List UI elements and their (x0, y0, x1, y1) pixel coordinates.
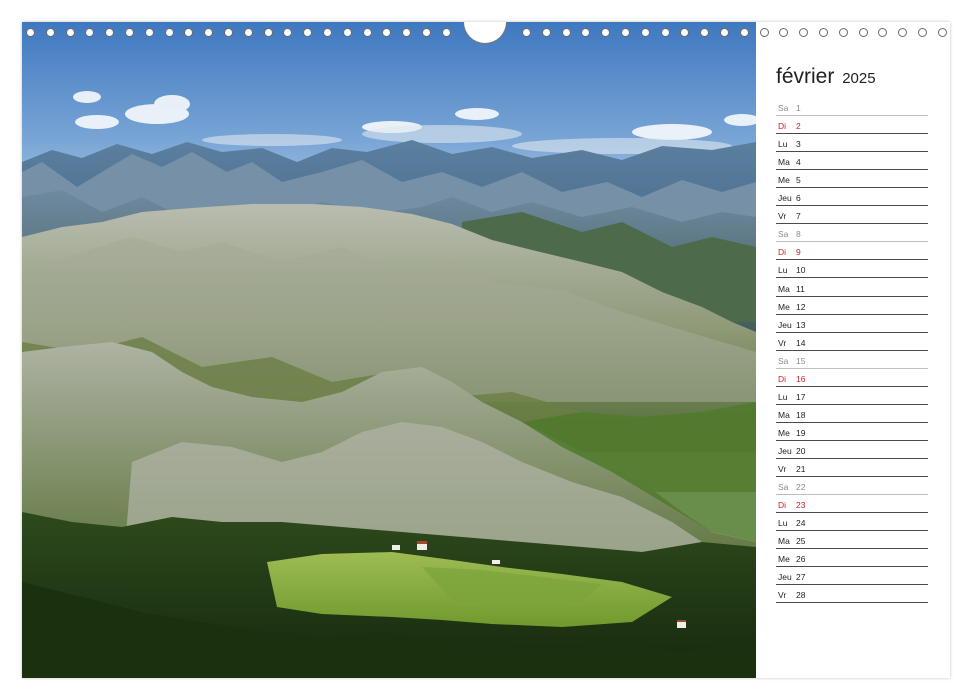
weekday-label: Vr (778, 337, 787, 348)
day-number: 7 (796, 211, 801, 222)
day-number: 23 (796, 500, 806, 511)
day-number: 11 (796, 283, 805, 294)
weekday-label: Sa (778, 103, 789, 114)
day-row: Jeu 13 (776, 315, 928, 333)
day-row: Ma 25 (776, 531, 928, 550)
day-row: Ma 11 (776, 278, 928, 297)
day-number: 18 (796, 409, 806, 420)
day-number: 4 (796, 157, 801, 168)
day-number: 9 (796, 247, 801, 258)
weekday-label: Vr (778, 590, 787, 601)
day-number: 17 (796, 391, 806, 402)
weekday-label: Sa (778, 482, 789, 493)
weekday-label: Jeu (778, 572, 792, 583)
day-number: 25 (796, 536, 806, 547)
day-number: 8 (796, 229, 801, 240)
weekday-label: Jeu (778, 193, 792, 204)
day-number: 3 (796, 139, 801, 150)
day-row: Lu 3 (776, 134, 928, 153)
day-number: 12 (796, 301, 806, 312)
month-name: février (776, 65, 835, 88)
weekday-label: Ma (778, 283, 790, 294)
day-number: 13 (796, 319, 806, 330)
weekday-label: Ma (778, 409, 790, 420)
day-number: 6 (796, 193, 801, 204)
day-row: Me 26 (776, 549, 928, 568)
weekday-label: Me (778, 554, 790, 565)
weekday-label: Sa (778, 229, 789, 240)
day-number: 27 (796, 572, 806, 583)
weekday-label: Me (778, 427, 790, 438)
mountain-landscape-photo (22, 22, 756, 678)
day-row: Vr 7 (776, 206, 928, 225)
day-row: Ma 4 (776, 152, 928, 171)
day-number: 19 (796, 427, 806, 438)
day-row: Jeu 20 (776, 441, 928, 459)
day-row: Jeu 6 (776, 188, 928, 207)
weekday-label: Lu (778, 391, 788, 402)
weekday-label: Me (778, 301, 790, 312)
day-row: Me 12 (776, 297, 928, 315)
day-number: 16 (796, 373, 806, 384)
weekday-label: Lu (778, 265, 788, 276)
day-row: Di 23 (776, 495, 928, 514)
weekday-label: Jeu (778, 319, 792, 330)
weekday-label: Jeu (778, 445, 792, 456)
day-row: Lu 17 (776, 387, 928, 405)
day-number: 15 (796, 355, 806, 366)
weekday-label: Lu (778, 139, 788, 150)
day-number: 14 (796, 337, 806, 348)
day-number: 24 (796, 518, 806, 529)
weekday-label: Di (778, 373, 787, 384)
day-row: Me 5 (776, 170, 928, 189)
day-row: Sa 1 (776, 98, 928, 117)
weekday-label: Lu (778, 518, 788, 529)
day-row: Sa 15 (776, 351, 928, 369)
day-number: 22 (796, 482, 806, 493)
month-title: février 2025 (776, 65, 876, 89)
calendar-page: février 2025 Sa 1 Di 2 Lu 3 Ma 4 Me 5 Jeu 6 Vr 7 Sa 8 Di… (0, 0, 971, 700)
day-number: 26 (796, 554, 806, 565)
day-number: 21 (796, 463, 806, 474)
day-row: Jeu 27 (776, 567, 928, 586)
day-number: 20 (796, 445, 806, 456)
day-row: Di 16 (776, 369, 928, 387)
day-row: Di 2 (776, 116, 928, 135)
day-row: Di 9 (776, 242, 928, 261)
weekday-label: Di (778, 247, 787, 258)
year: 2025 (842, 70, 876, 87)
weekday-label: Vr (778, 211, 787, 222)
weekday-label: Me (778, 175, 790, 186)
day-row: Vr 21 (776, 459, 928, 477)
day-number: 5 (796, 175, 801, 186)
day-number: 10 (796, 265, 806, 276)
day-row: Lu 10 (776, 260, 928, 279)
days-list: Sa 1 Di 2 Lu 3 Ma 4 Me 5 Jeu 6 Vr 7 Sa 8 Di 9 Lu 10 Ma 11 Me 12… (776, 98, 928, 604)
weekday-label: Di (778, 121, 787, 132)
day-number: 1 (796, 103, 801, 114)
weekday-label: Di (778, 500, 787, 511)
day-row: Sa 22 (776, 477, 928, 496)
day-number: 2 (796, 121, 801, 132)
day-row: Ma 18 (776, 405, 928, 423)
day-row: Me 19 (776, 423, 928, 441)
weekday-label: Vr (778, 463, 787, 474)
weekday-label: Sa (778, 355, 789, 366)
weekday-label: Ma (778, 157, 790, 168)
day-row: Lu 24 (776, 513, 928, 532)
weekday-label: Ma (778, 536, 790, 547)
day-row: Sa 8 (776, 224, 928, 243)
day-number: 28 (796, 590, 806, 601)
day-row: Vr 28 (776, 585, 928, 604)
day-row: Vr 14 (776, 333, 928, 351)
